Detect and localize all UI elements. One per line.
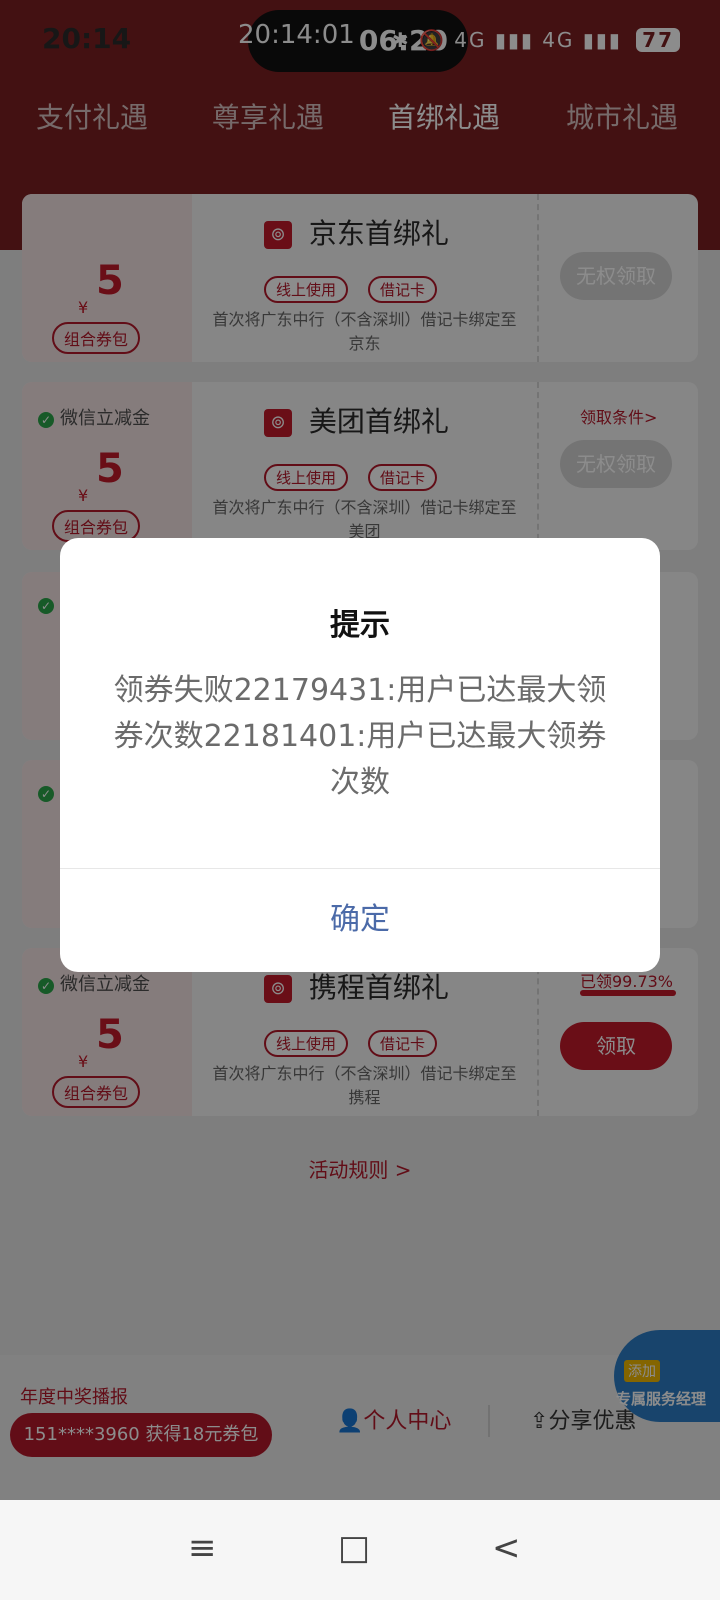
dialog-title: 提示 <box>330 608 390 643</box>
dialog-message: 领券失败22179431:用户已达最大领券次数22181401:用户已达最大领券… <box>113 673 607 800</box>
back-icon[interactable]: < <box>492 1528 521 1568</box>
home-icon[interactable]: □ <box>338 1528 370 1568</box>
system-nav-bar: ≡ □ < <box>0 1500 720 1600</box>
alert-dialog: 提示 领券失败22179431:用户已达最大领券次数22181401:用户已达最… <box>60 538 660 972</box>
confirm-button[interactable]: 确定 <box>60 868 660 972</box>
menu-icon[interactable]: ≡ <box>188 1528 217 1568</box>
